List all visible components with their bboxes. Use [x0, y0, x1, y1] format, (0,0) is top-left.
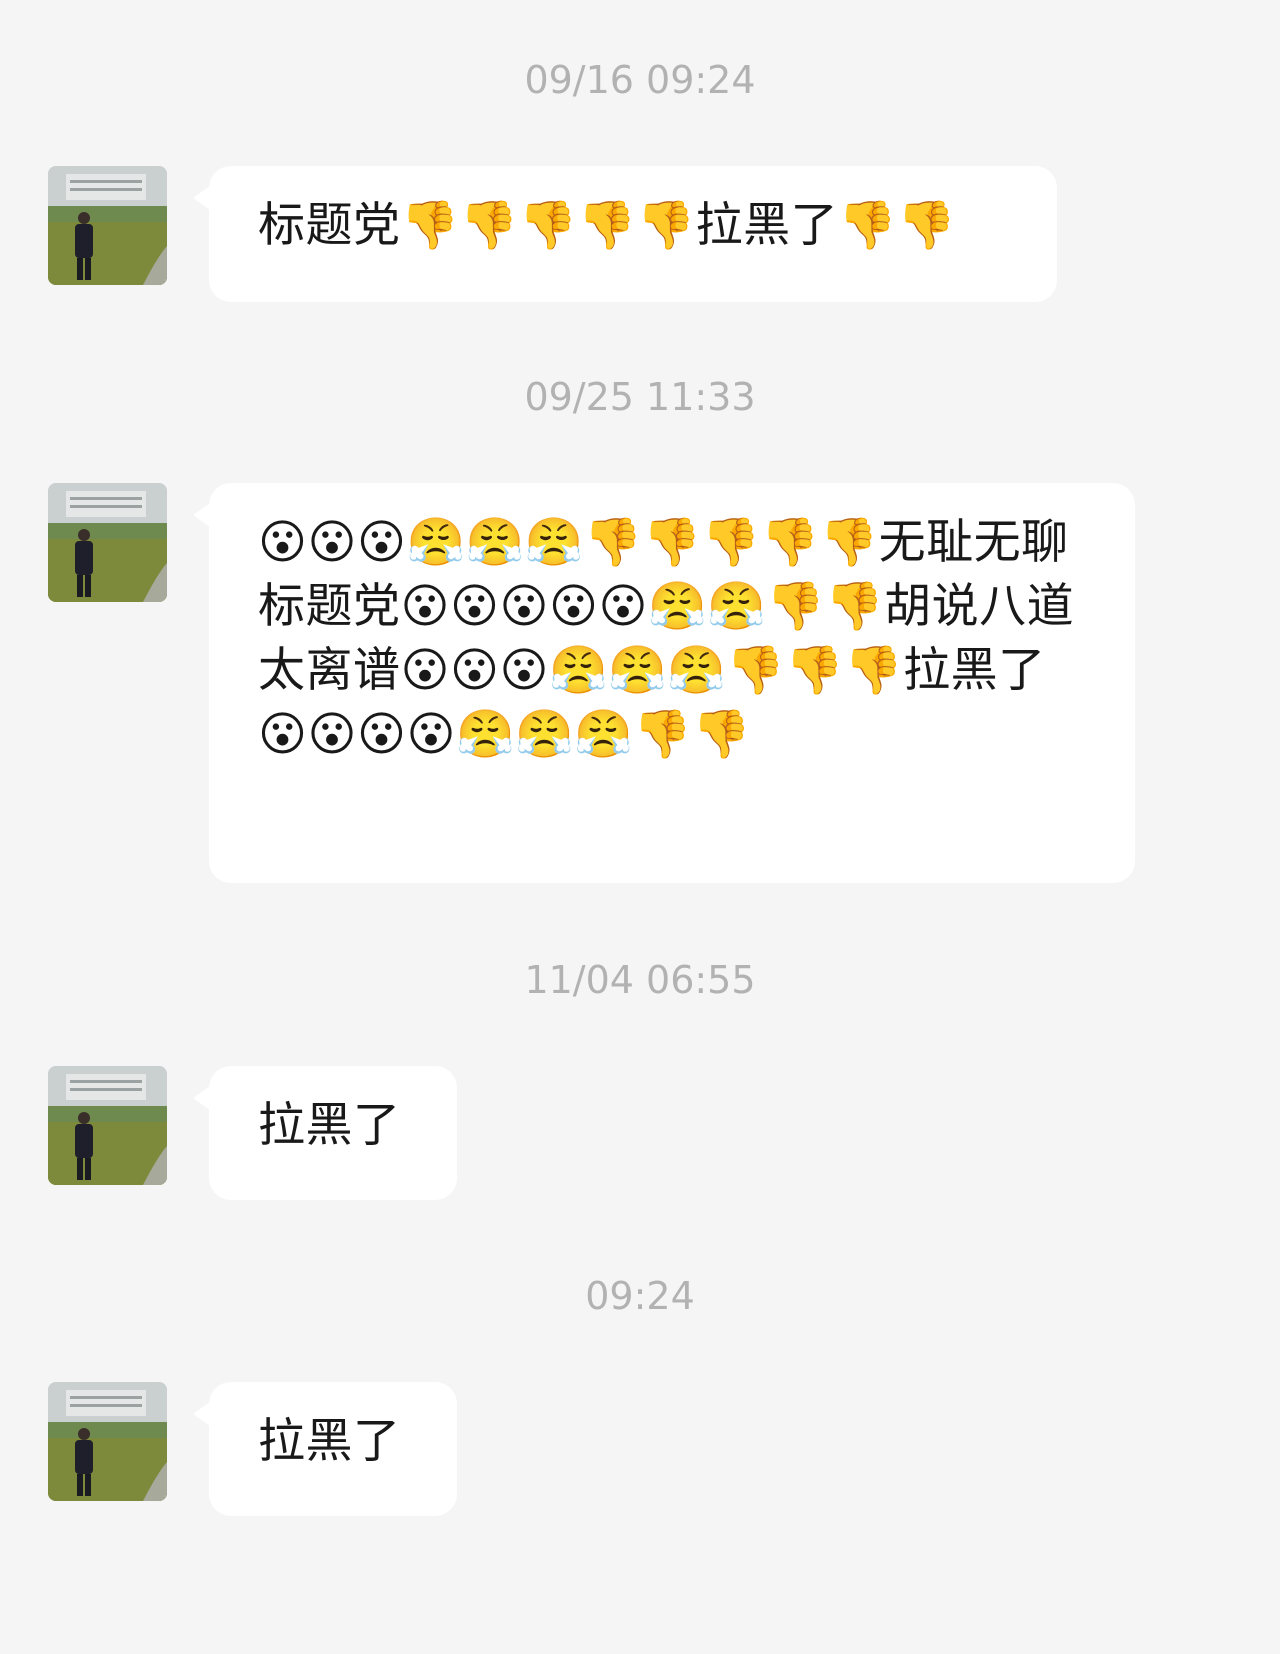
message-timestamp: 11/04 06:55: [524, 958, 756, 1002]
message-text: 😮😮😮😤😤😤👎👎👎👎👎无耻无聊标题党😮😮😮😮😮😤😤👎👎胡说八道太离谱😮😮😮😤😤😤…: [258, 515, 1075, 762]
message-bubble[interactable]: 拉黑了: [193, 1382, 457, 1516]
bubble-tail: [193, 1086, 210, 1110]
sender-avatar[interactable]: [48, 1066, 167, 1185]
sender-avatar[interactable]: [48, 1382, 167, 1501]
message-text: 标题党👎👎👎👎👎拉黑了👎👎: [258, 198, 957, 253]
message-timestamp: 09/25 11:33: [524, 375, 756, 419]
message-timestamp: 09/16 09:24: [524, 58, 756, 102]
sender-avatar[interactable]: [48, 166, 167, 285]
bubble-tail: [193, 503, 210, 527]
message-bubble[interactable]: 标题党👎👎👎👎👎拉黑了👎👎: [193, 166, 1057, 302]
message-text: 拉黑了: [258, 1098, 401, 1153]
chat-message-list[interactable]: 09/16 09:24 标题党👎👎👎👎👎拉黑了👎👎 09/25 11:33 😮😮…: [0, 0, 1280, 1654]
bubble-tail: [193, 186, 210, 210]
sender-avatar[interactable]: [48, 483, 167, 602]
message-bubble[interactable]: 😮😮😮😤😤😤👎👎👎👎👎无耻无聊标题党😮😮😮😮😮😤😤👎👎胡说八道太离谱😮😮😮😤😤😤…: [193, 483, 1135, 883]
message-text: 拉黑了: [258, 1414, 401, 1469]
message-timestamp: 09:24: [585, 1274, 695, 1318]
bubble-tail: [193, 1402, 210, 1426]
message-bubble[interactable]: 拉黑了: [193, 1066, 457, 1200]
